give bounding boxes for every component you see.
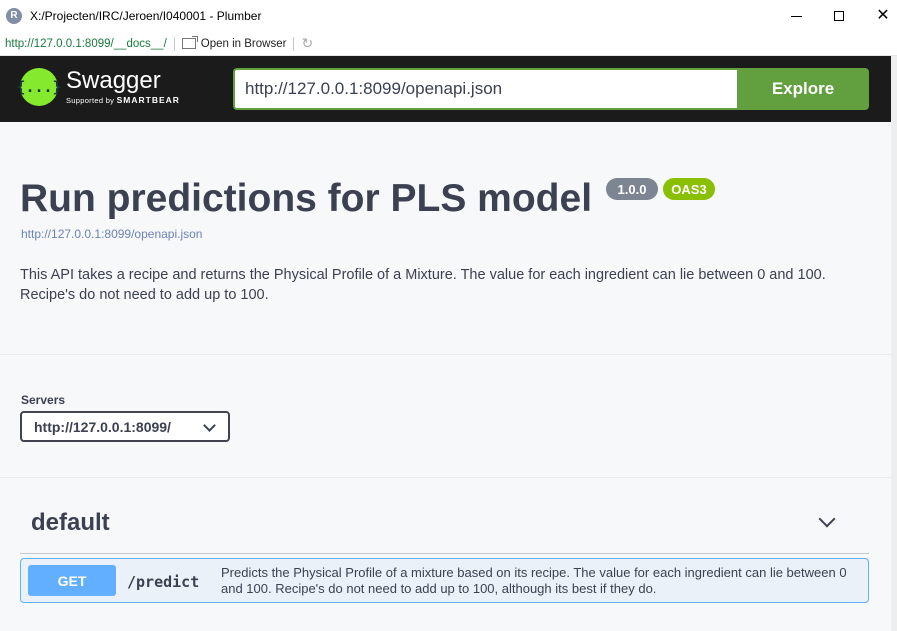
app-icon: R: [6, 8, 22, 24]
logo-subtitle: Supported by SMARTBEAR: [66, 95, 180, 105]
divider: [0, 354, 891, 355]
minimize-button[interactable]: [773, 0, 819, 32]
address-separator: [173, 36, 175, 51]
swagger-topbar: {...} Swagger Supported by SMARTBEAR Exp…: [0, 56, 891, 122]
open-in-browser-label: Open in Browser: [200, 37, 287, 50]
address-separator-2: [293, 36, 295, 51]
api-description: This API takes a recipe and returns the …: [20, 267, 826, 303]
refresh-icon[interactable]: ↻: [301, 35, 313, 52]
external-window-icon: [181, 36, 198, 49]
window-title: X:/Projecten/IRC/Jeroen/I040001 - Plumbe…: [30, 9, 262, 23]
close-button[interactable]: ✕: [860, 0, 897, 32]
divider: [0, 477, 891, 478]
method-badge[interactable]: GET: [28, 565, 116, 596]
version-badge: 1.0.0: [606, 178, 658, 200]
tag-title[interactable]: default: [31, 509, 110, 537]
logo-brand: SMARTBEAR: [116, 95, 180, 105]
open-in-browser-button[interactable]: Open in Browser: [181, 36, 287, 50]
swagger-logo-icon: {...}: [16, 68, 62, 106]
chevron-down-icon[interactable]: [818, 510, 836, 528]
tag-divider: [20, 553, 869, 554]
maximize-button[interactable]: [816, 0, 862, 32]
servers-selected-value: http://127.0.0.1:8099/: [34, 418, 171, 435]
operation-summary: Predicts the Physical Profile of a mixtu…: [221, 565, 847, 596]
page-title: Run predictions for PLS model: [20, 177, 593, 220]
servers-label: Servers: [21, 393, 66, 407]
close-icon: ✕: [876, 7, 890, 24]
scrollbar[interactable]: [891, 56, 897, 631]
address-bar: http://127.0.0.1:8099/__docs__/ Open in …: [0, 32, 897, 56]
window-titlebar: R X:/Projecten/IRC/Jeroen/I040001 - Plum…: [0, 0, 897, 32]
spec-url-input[interactable]: [233, 68, 737, 110]
servers-select[interactable]: http://127.0.0.1:8099/: [20, 411, 230, 442]
address-url[interactable]: http://127.0.0.1:8099/__docs__/: [5, 38, 167, 50]
maximize-icon: [834, 11, 844, 21]
operation-path[interactable]: /predict: [127, 573, 199, 591]
chevron-down-icon: [203, 419, 216, 432]
logo-text: Swagger Supported by SMARTBEAR: [66, 67, 180, 106]
swagger-logo[interactable]: {...} Swagger Supported by SMARTBEAR: [16, 67, 180, 106]
logo-supported-by: Supported by: [66, 96, 115, 105]
operation-get-predict[interactable]: GET /predict Predicts the Physical Profi…: [20, 558, 869, 603]
minimize-icon: [790, 15, 802, 17]
logo-name: Swagger: [66, 67, 161, 94]
oas-badge: OAS3: [663, 178, 715, 200]
explore-button[interactable]: Explore: [737, 68, 869, 110]
swagger-page: Run predictions for PLS model 1.0.0 OAS3…: [0, 122, 891, 631]
spec-link[interactable]: http://127.0.0.1:8099/openapi.json: [21, 227, 202, 241]
